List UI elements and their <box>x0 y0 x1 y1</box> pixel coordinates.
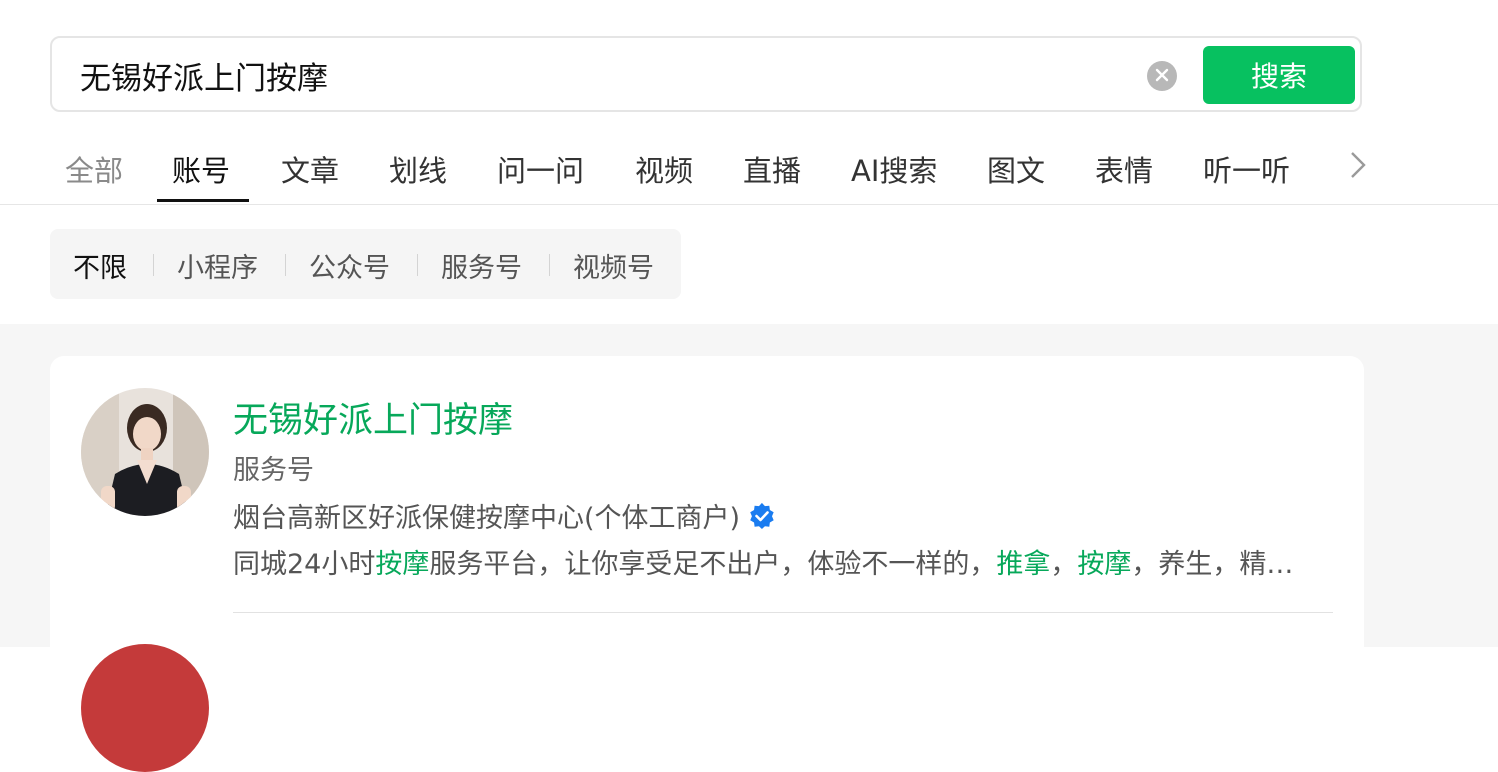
search-input[interactable] <box>80 54 1130 96</box>
avatar[interactable] <box>81 644 209 772</box>
account-type: 服务号 <box>233 455 314 486</box>
chevron-right-icon <box>1342 152 1372 184</box>
filter-divider <box>549 254 550 276</box>
result-divider <box>233 612 1333 613</box>
desc-text: ，养生，精… <box>1131 549 1294 580</box>
clear-button[interactable] <box>1147 61 1177 91</box>
active-tab-indicator <box>157 199 249 202</box>
filter-service-account[interactable]: 服务号 <box>441 246 522 285</box>
filter-all[interactable]: 不限 <box>73 246 127 285</box>
desc-keyword: 按摩 <box>1077 549 1132 580</box>
tab-bar: 全部 账号 文章 划线 问一问 视频 直播 AI搜索 图文 表情 听一听 <box>0 138 1498 205</box>
tab-live[interactable]: 直播 <box>743 148 801 190</box>
search-box: 搜索 <box>50 36 1362 112</box>
desc-text: 同城24小时 <box>233 549 376 580</box>
account-name[interactable]: 无锡好派上门按摩 <box>233 392 513 443</box>
clear-icon <box>1155 67 1169 86</box>
account-type-filter: 不限 小程序 公众号 服务号 视频号 <box>50 229 681 299</box>
tab-all[interactable]: 全部 <box>65 148 123 190</box>
tab-listen[interactable]: 听一听 <box>1203 148 1290 190</box>
tab-image-text[interactable]: 图文 <box>987 148 1045 190</box>
results-area: 无锡好派上门按摩 服务号 烟台高新区好派保健按摩中心(个体工商户) 同城24小时… <box>0 324 1498 772</box>
filter-divider <box>153 254 154 276</box>
tab-highlights[interactable]: 划线 <box>389 148 447 190</box>
tab-ai-search[interactable]: AI搜索 <box>851 148 937 190</box>
account-result-card[interactable]: 无锡好派上门按摩 服务号 烟台高新区好派保健按摩中心(个体工商户) 同城24小时… <box>50 356 1364 772</box>
filter-divider <box>285 254 286 276</box>
desc-keyword: 按摩 <box>375 549 430 580</box>
filter-channels[interactable]: 视频号 <box>573 246 654 285</box>
desc-keyword: 推拿 <box>996 549 1051 580</box>
account-owner: 烟台高新区好派保健按摩中心(个体工商户) <box>233 496 776 535</box>
desc-text: ， <box>1050 549 1078 580</box>
more-tabs-button[interactable] <box>1342 150 1372 180</box>
avatar[interactable] <box>81 388 209 516</box>
verified-badge-icon <box>748 502 776 530</box>
filter-mini-program[interactable]: 小程序 <box>177 246 258 285</box>
account-description: 同城24小时按摩服务平台，让你享受足不出户，体验不一样的，推拿，按摩，养生，精… <box>233 542 1333 581</box>
tab-ask[interactable]: 问一问 <box>497 148 584 190</box>
filter-divider <box>417 254 418 276</box>
search-button[interactable]: 搜索 <box>1203 46 1355 104</box>
filter-official-account[interactable]: 公众号 <box>309 246 390 285</box>
tab-accounts[interactable]: 账号 <box>172 148 230 190</box>
owner-name: 烟台高新区好派保健按摩中心(个体工商户) <box>233 503 741 534</box>
tab-articles[interactable]: 文章 <box>281 148 339 190</box>
tab-stickers[interactable]: 表情 <box>1095 148 1153 190</box>
tab-videos[interactable]: 视频 <box>635 148 693 190</box>
desc-text: 服务平台，让你享受足不出户，体验不一样的， <box>429 549 997 580</box>
